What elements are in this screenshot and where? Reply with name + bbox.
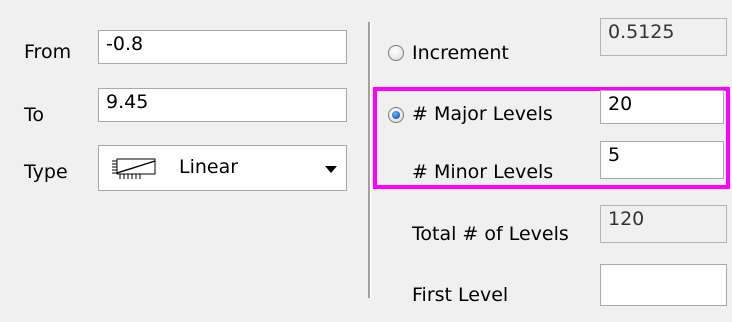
from-label: From <box>24 41 72 63</box>
increment-input: 0.5125 <box>600 18 727 56</box>
increment-label[interactable]: Increment <box>412 44 509 63</box>
major-levels-input[interactable]: 20 <box>600 90 724 124</box>
first-level-input[interactable] <box>600 264 727 306</box>
linear-scale-icon <box>111 158 161 185</box>
to-label: To <box>24 104 45 126</box>
increment-radio[interactable] <box>388 45 404 61</box>
chevron-down-icon[interactable] <box>325 166 337 173</box>
panel-divider <box>368 22 371 298</box>
total-levels-value: 120 <box>600 205 727 243</box>
total-levels-label: Total # of Levels <box>412 223 569 245</box>
to-input[interactable]: 9.45 <box>98 88 347 122</box>
from-input[interactable]: -0.8 <box>98 30 347 64</box>
major-levels-label[interactable]: # Major Levels <box>412 105 553 124</box>
minor-levels-input[interactable]: 5 <box>600 141 724 179</box>
first-level-label: First Level <box>412 284 509 306</box>
type-label: Type <box>24 161 68 183</box>
minor-levels-label: # Minor Levels <box>412 161 554 183</box>
type-value: Linear <box>179 156 239 178</box>
major-levels-radio[interactable] <box>388 107 404 123</box>
type-dropdown[interactable]: Linear <box>98 145 347 191</box>
